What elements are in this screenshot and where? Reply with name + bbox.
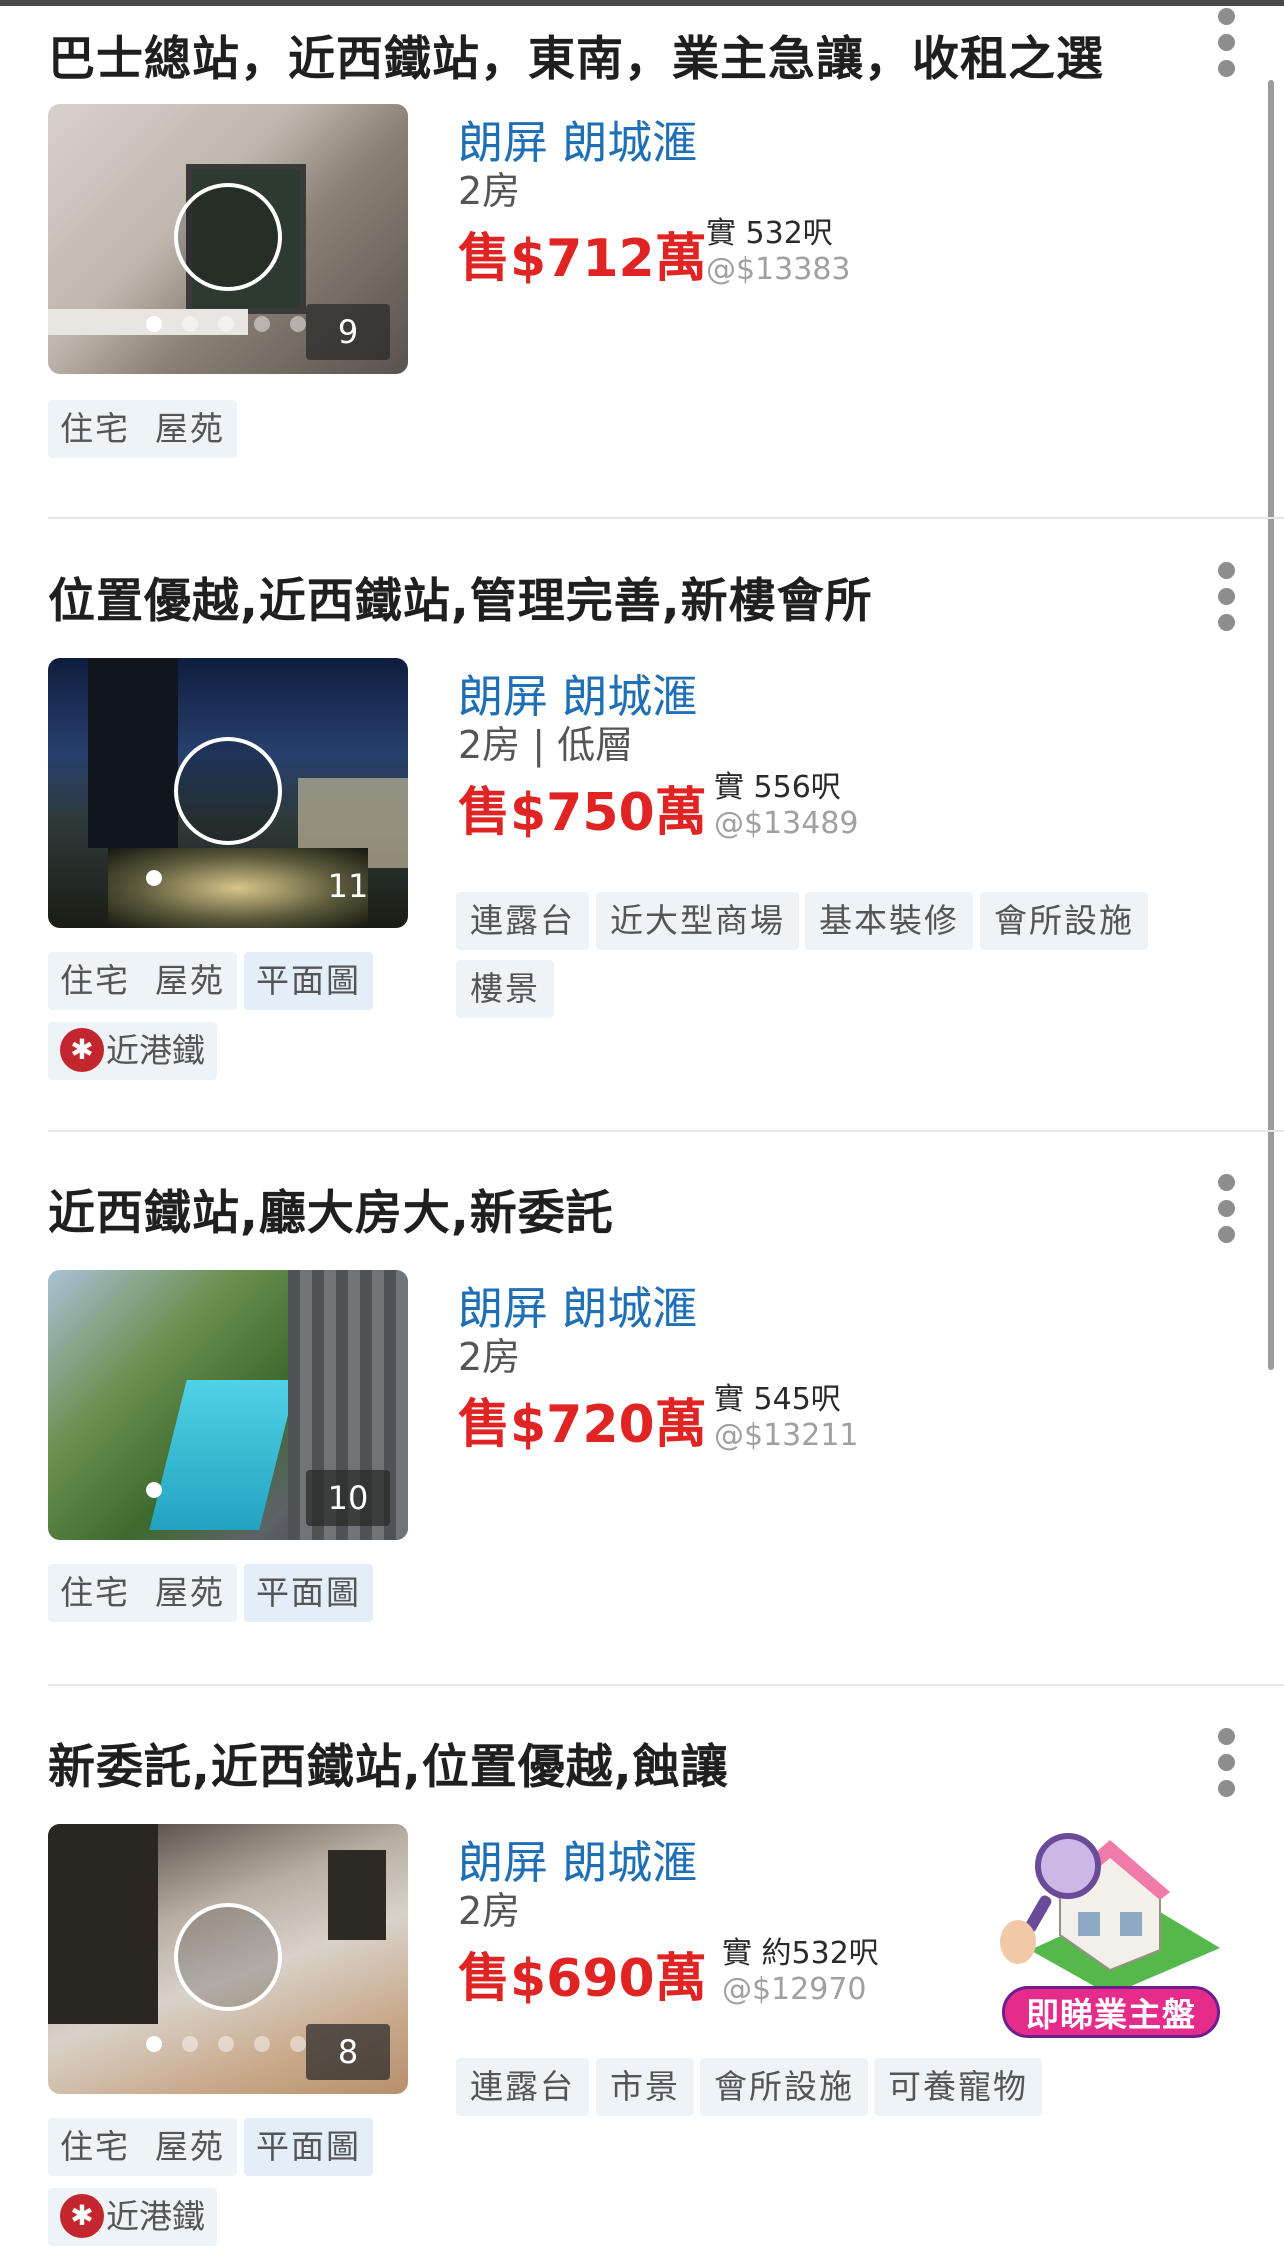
unit-price: @$12970 bbox=[722, 1972, 867, 2007]
room-info: 2房 bbox=[458, 1889, 521, 1933]
top-edge-bar bbox=[0, 0, 1284, 6]
feature-tag: 會所設施 bbox=[980, 892, 1148, 950]
near-mtr-label: 近港鐵 bbox=[106, 2197, 205, 2236]
sale-price: 售$750萬 bbox=[458, 783, 707, 843]
room-info: 2房 | 低層 bbox=[458, 723, 634, 767]
listing-photo[interactable]: 8 bbox=[48, 1824, 408, 2094]
owner-listings-floating-button[interactable]: 即睇業主盤 bbox=[990, 1830, 1230, 2060]
photo-carousel-dots bbox=[146, 316, 326, 334]
tag-label: 住宅 bbox=[60, 961, 130, 1000]
feature-tag: 連露台 bbox=[456, 892, 589, 950]
building-shape bbox=[88, 658, 178, 848]
tag-label: 屋苑 bbox=[154, 409, 225, 448]
near-mtr-label: 近港鐵 bbox=[106, 1031, 205, 1070]
unit-price: @$13211 bbox=[714, 1418, 859, 1453]
photo-count-badge: 10 bbox=[306, 1470, 390, 1526]
tag-label: 屋苑 bbox=[154, 961, 225, 1000]
listing-photo[interactable]: 10 bbox=[48, 1270, 408, 1540]
more-options-icon[interactable] bbox=[1214, 558, 1238, 638]
unit-price: @$13489 bbox=[714, 806, 859, 841]
owner-listings-label: 即睇業主盤 bbox=[1002, 1986, 1220, 2038]
mtr-logo-icon: ✱ bbox=[60, 1027, 104, 1072]
sale-price: 售$720萬 bbox=[458, 1395, 707, 1455]
watermark-logo-icon bbox=[174, 737, 282, 845]
floor-plan-tag[interactable]: 平面圖 bbox=[244, 2118, 373, 2176]
near-mtr-tag: ✱ 近港鐵 bbox=[48, 1022, 217, 1080]
tag-residential: 住宅 屋苑 bbox=[48, 952, 237, 1010]
listing-title[interactable]: 新委託,近西鐵站,位置優越,蝕讓 bbox=[48, 1728, 729, 1797]
feature-tag: 基本裝修 bbox=[805, 892, 973, 950]
photo-count-badge: 11 bbox=[327, 867, 369, 905]
tag-residential: 住宅 屋苑 bbox=[48, 2118, 237, 2176]
tag-label: 住宅 bbox=[60, 409, 130, 448]
tag-label: 住宅 bbox=[60, 1573, 130, 1612]
window-shape bbox=[48, 1824, 158, 2024]
window-shape bbox=[328, 1850, 386, 1940]
photo-carousel-dots bbox=[146, 870, 182, 888]
saleable-area: 實 約532呎 bbox=[722, 1936, 879, 1971]
listing-photo[interactable]: 11 bbox=[48, 658, 408, 928]
sale-price: 售$690萬 bbox=[458, 1949, 707, 2009]
listing-photo[interactable]: 9 bbox=[48, 104, 408, 374]
feature-tag: 會所設施 bbox=[700, 2058, 868, 2116]
watermark-logo-icon bbox=[174, 1903, 282, 2011]
listing-divider bbox=[48, 517, 1284, 519]
photo-count-badge: 9 bbox=[306, 304, 390, 360]
listing-title[interactable]: 巴士總站，近西鐵站，東南，業主急讓，收租之選 bbox=[48, 20, 1104, 89]
feature-tag: 連露台 bbox=[456, 2058, 589, 2116]
photo-carousel-dots bbox=[146, 2036, 326, 2054]
floor-plan-tag[interactable]: 平面圖 bbox=[244, 952, 373, 1010]
scrollbar[interactable] bbox=[1268, 80, 1274, 1370]
tag-label: 屋苑 bbox=[154, 1573, 225, 1612]
room-info: 2房 bbox=[458, 1335, 521, 1379]
listing-title[interactable]: 位置優越,近西鐵站,管理完善,新樓會所 bbox=[48, 562, 873, 631]
tag-label: 屋苑 bbox=[154, 2127, 225, 2166]
room-info: 2房 bbox=[458, 169, 521, 213]
more-options-icon[interactable] bbox=[1214, 1170, 1238, 1250]
more-options-icon[interactable] bbox=[1214, 4, 1238, 84]
unit-price: @$13383 bbox=[706, 252, 851, 287]
tag-residential: 住宅 屋苑 bbox=[48, 1564, 237, 1622]
sale-price: 售$712萬 bbox=[458, 229, 707, 289]
photo-count-badge: 8 bbox=[306, 2024, 390, 2080]
pool-shape bbox=[149, 1380, 297, 1530]
feature-tag: 樓景 bbox=[456, 960, 554, 1018]
watermark-logo-icon bbox=[174, 183, 282, 291]
more-options-icon[interactable] bbox=[1214, 1724, 1238, 1804]
near-mtr-tag: ✱ 近港鐵 bbox=[48, 2188, 217, 2246]
floor-plan-tag[interactable]: 平面圖 bbox=[244, 1564, 373, 1622]
saleable-area: 實 556呎 bbox=[714, 770, 841, 805]
saleable-area: 實 532呎 bbox=[706, 216, 833, 251]
feature-tag: 近大型商場 bbox=[596, 892, 799, 950]
listing-title[interactable]: 近西鐵站,廳大房大,新委託 bbox=[48, 1174, 614, 1243]
saleable-area: 實 545呎 bbox=[714, 1382, 841, 1417]
photo-carousel-dots bbox=[146, 1482, 182, 1500]
listing-divider bbox=[48, 1130, 1284, 1132]
house-magnifier-icon bbox=[1000, 1833, 1220, 1995]
feature-tag: 市景 bbox=[596, 2058, 694, 2116]
tag-residential: 住宅 屋苑 bbox=[48, 400, 237, 458]
feature-tag: 可養寵物 bbox=[874, 2058, 1042, 2116]
tag-label: 住宅 bbox=[60, 2127, 130, 2166]
mtr-logo-icon: ✱ bbox=[60, 2193, 104, 2238]
listing-divider bbox=[48, 1684, 1284, 1686]
